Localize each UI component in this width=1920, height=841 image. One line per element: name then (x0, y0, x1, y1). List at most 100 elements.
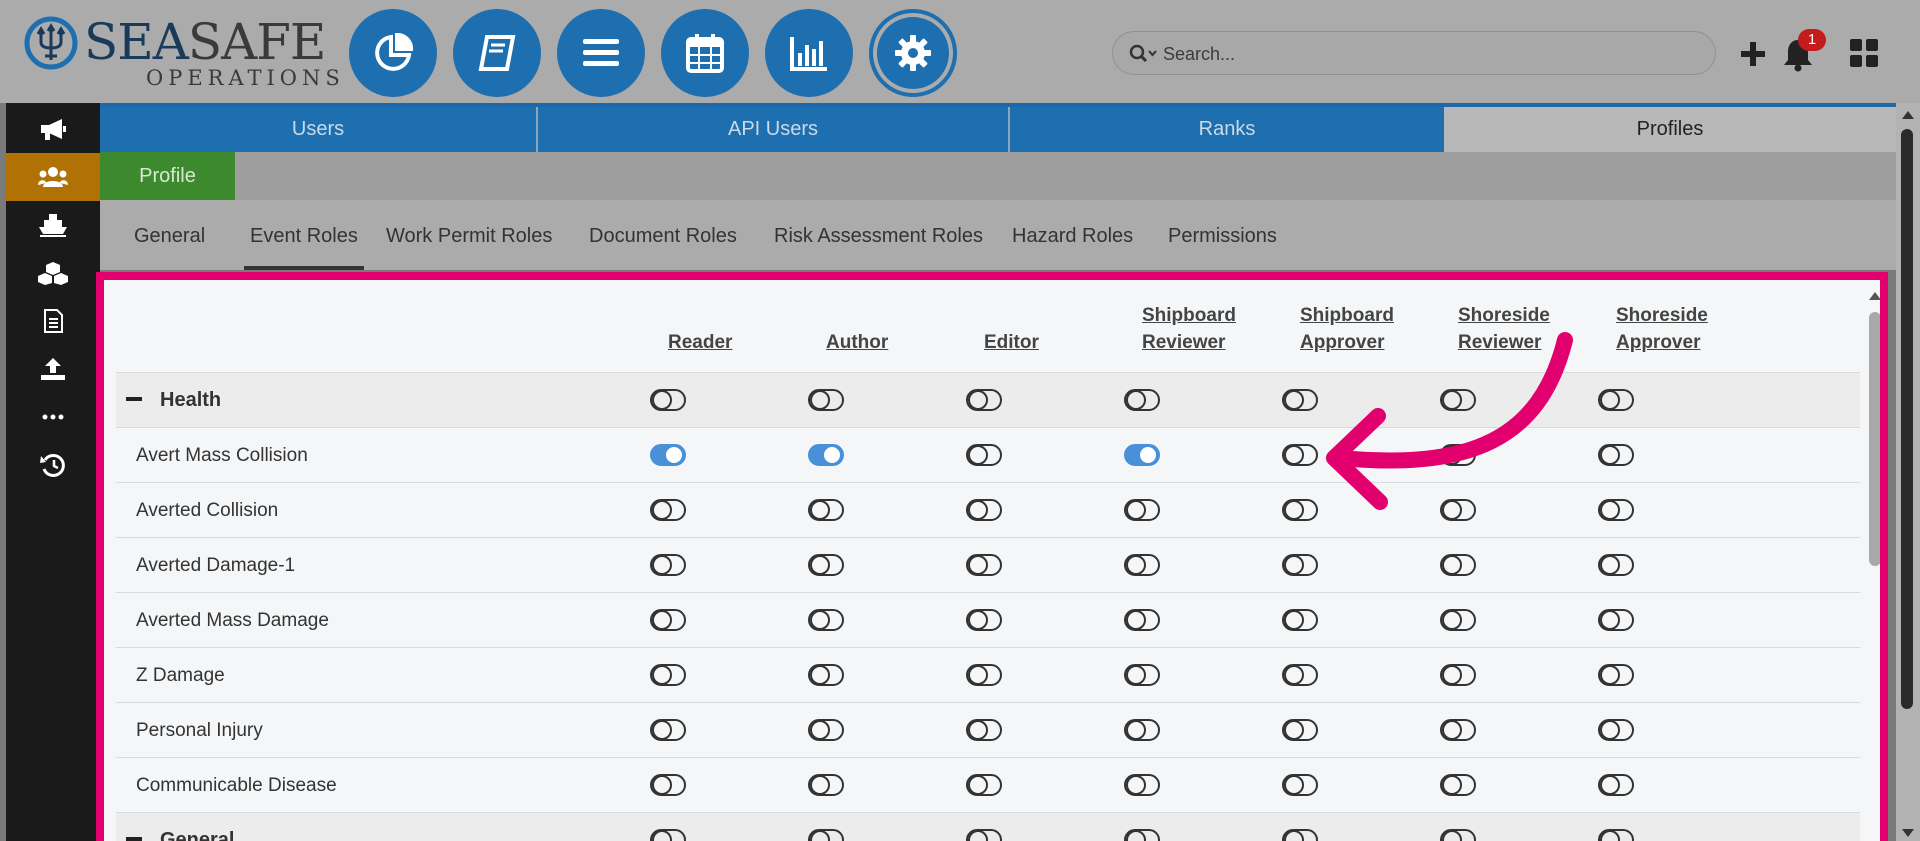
column-header-4[interactable]: Shipboard Approver (1300, 296, 1450, 356)
subtab-risk-assessment-roles[interactable]: Risk Assessment Roles (774, 200, 983, 266)
role-toggle[interactable] (1124, 664, 1160, 686)
role-toggle[interactable] (1598, 719, 1634, 741)
column-header-1[interactable]: Author (826, 296, 976, 356)
role-toggle[interactable] (1440, 389, 1476, 411)
role-toggle[interactable] (966, 554, 1002, 576)
role-toggle[interactable] (1598, 444, 1634, 466)
column-header-3[interactable]: Shipboard Reviewer (1142, 296, 1292, 356)
role-toggle[interactable] (1124, 774, 1160, 796)
role-toggle[interactable] (1440, 554, 1476, 576)
role-toggle[interactable] (1598, 389, 1634, 411)
role-toggle[interactable] (808, 499, 844, 521)
role-toggle[interactable] (1124, 389, 1160, 411)
role-toggle[interactable] (650, 609, 686, 631)
search-box[interactable] (1112, 31, 1716, 75)
role-toggle[interactable] (1282, 444, 1318, 466)
role-toggle[interactable] (966, 389, 1002, 411)
role-toggle[interactable] (1124, 554, 1160, 576)
role-toggle[interactable] (650, 499, 686, 521)
role-toggle[interactable] (1282, 664, 1318, 686)
apps-grid-icon[interactable] (1849, 38, 1879, 68)
sidebar-item-history[interactable] (6, 441, 100, 489)
role-toggle[interactable] (650, 554, 686, 576)
role-toggle[interactable] (966, 609, 1002, 631)
table-scrollbar[interactable] (1862, 280, 1880, 841)
role-toggle[interactable] (966, 444, 1002, 466)
role-toggle[interactable] (650, 664, 686, 686)
role-toggle[interactable] (808, 774, 844, 796)
role-toggle[interactable] (808, 664, 844, 686)
settings-nav-button[interactable] (869, 9, 957, 97)
role-toggle[interactable] (650, 444, 686, 466)
role-toggle[interactable] (1440, 664, 1476, 686)
tab-profiles[interactable]: Profiles (1444, 107, 1896, 152)
role-toggle[interactable] (650, 389, 686, 411)
role-toggle[interactable] (1282, 829, 1318, 841)
reports-nav-button[interactable] (765, 9, 853, 97)
scroll-up-icon[interactable] (1902, 111, 1914, 119)
subtab-work-permit-roles[interactable]: Work Permit Roles (386, 200, 552, 266)
menu-nav-button[interactable] (557, 9, 645, 97)
role-toggle[interactable] (1440, 774, 1476, 796)
role-toggle[interactable] (1282, 499, 1318, 521)
role-toggle[interactable] (808, 829, 844, 841)
role-toggle[interactable] (650, 774, 686, 796)
sidebar-item-users[interactable] (6, 153, 100, 201)
role-toggle[interactable] (808, 554, 844, 576)
role-toggle[interactable] (1598, 554, 1634, 576)
role-toggle[interactable] (1440, 444, 1476, 466)
sidebar-item-upload[interactable] (6, 345, 100, 393)
sidebar-item-announcements[interactable] (6, 105, 100, 153)
column-header-0[interactable]: Reader (668, 296, 818, 356)
column-header-6[interactable]: Shoreside Approver (1616, 296, 1766, 356)
role-toggle[interactable] (1440, 609, 1476, 631)
role-toggle[interactable] (1124, 829, 1160, 841)
role-toggle[interactable] (808, 389, 844, 411)
role-toggle[interactable] (1440, 499, 1476, 521)
scroll-down-icon[interactable] (1902, 829, 1914, 837)
role-toggle[interactable] (1124, 719, 1160, 741)
column-header-5[interactable]: Shoreside Reviewer (1458, 296, 1608, 356)
search-input[interactable] (1161, 38, 1685, 70)
role-toggle[interactable] (966, 829, 1002, 841)
subtab-document-roles[interactable]: Document Roles (589, 200, 737, 266)
role-toggle[interactable] (1440, 719, 1476, 741)
subtab-event-roles[interactable]: Event Roles (244, 200, 364, 270)
role-toggle[interactable] (650, 829, 686, 841)
tab-ranks[interactable]: Ranks (1010, 107, 1444, 152)
sidebar-item-vessels[interactable] (6, 201, 100, 249)
role-toggle[interactable] (1282, 774, 1318, 796)
role-toggle[interactable] (808, 719, 844, 741)
subtab-hazard-roles[interactable]: Hazard Roles (1012, 200, 1133, 266)
role-toggle[interactable] (1598, 609, 1634, 631)
table-scrollbar-thumb[interactable] (1869, 312, 1880, 566)
scrollbar-thumb[interactable] (1901, 129, 1913, 709)
column-header-2[interactable]: Editor (984, 296, 1134, 356)
logbook-nav-button[interactable] (453, 9, 541, 97)
add-icon[interactable] (1740, 41, 1766, 67)
role-toggle[interactable] (1282, 609, 1318, 631)
role-toggle[interactable] (966, 499, 1002, 521)
collapse-minus-icon[interactable] (126, 397, 142, 401)
role-toggle[interactable] (1124, 499, 1160, 521)
seasafe-logo[interactable]: SEASAFE OPERATIONS (24, 16, 340, 90)
role-toggle[interactable] (1282, 719, 1318, 741)
collapse-minus-icon[interactable] (126, 837, 142, 841)
table-scroll-up-icon[interactable] (1869, 292, 1880, 300)
role-toggle[interactable] (966, 719, 1002, 741)
subtab-general[interactable]: General (134, 200, 205, 266)
subtab-permissions[interactable]: Permissions (1168, 200, 1277, 266)
role-toggle[interactable] (966, 774, 1002, 796)
role-toggle[interactable] (650, 719, 686, 741)
role-toggle[interactable] (808, 609, 844, 631)
role-toggle[interactable] (966, 664, 1002, 686)
calendar-nav-button[interactable] (661, 9, 749, 97)
role-toggle[interactable] (1440, 829, 1476, 841)
sidebar-item-documents[interactable] (6, 297, 100, 345)
role-toggle[interactable] (808, 444, 844, 466)
role-toggle[interactable] (1282, 554, 1318, 576)
profile-tab[interactable]: Profile (100, 152, 235, 200)
role-toggle[interactable] (1124, 444, 1160, 466)
role-toggle[interactable] (1598, 774, 1634, 796)
tab-users[interactable]: Users (100, 107, 538, 152)
